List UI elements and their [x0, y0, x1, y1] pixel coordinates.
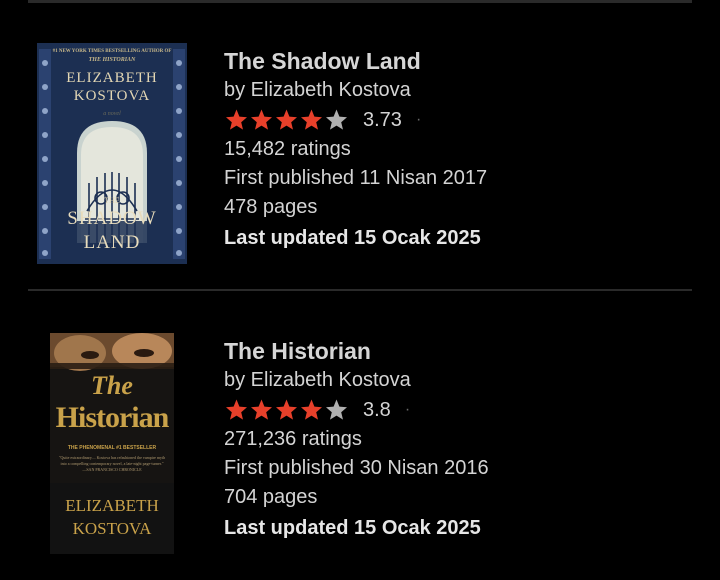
ratings-count: 271,236 ratings [224, 428, 362, 450]
cover-title-historian: Historian [55, 401, 170, 434]
star-filled-icon [276, 109, 297, 130]
star-filled-icon [276, 399, 297, 420]
cover-title-the: THE [104, 196, 120, 205]
last-updated: Last updated 15 Ocak 2025 [224, 517, 481, 539]
cover-title-the: The [91, 371, 133, 400]
star-filled-icon [251, 399, 272, 420]
first-published: First published 30 Nisan 2016 [224, 457, 489, 479]
book-cover[interactable]: The Historian THE PHENOMENAL #1 BESTSELL… [50, 333, 174, 554]
star-filled-icon [251, 109, 272, 130]
star-filled-icon [301, 109, 322, 130]
page-count: 478 pages [224, 196, 318, 218]
cover-tagline-2: THE HISTORIAN [88, 57, 136, 63]
rating-row: 3.73 · [224, 105, 487, 135]
last-updated: Last updated 15 Ocak 2025 [224, 227, 481, 249]
book-cover[interactable]: #1 NEW YORK TIMES BESTSELLING AUTHOR OF … [37, 43, 187, 264]
star-rating [224, 398, 349, 422]
page-count: 704 pages [224, 486, 318, 508]
cover-author-first: ELIZABETH [65, 496, 159, 515]
cover-author-first: ELIZABETH [66, 70, 158, 86]
rating-value: 3.73 [363, 108, 402, 131]
book-item-shadow-land[interactable]: #1 NEW YORK TIMES BESTSELLING AUTHOR OF … [0, 0, 720, 290]
cover-tagline: #1 NEW YORK TIMES BESTSELLING AUTHOR OF [52, 49, 172, 54]
star-filled-icon [226, 109, 247, 130]
book-title[interactable]: The Shadow Land [224, 46, 487, 76]
separator-dot: · [415, 111, 422, 128]
book-item-historian[interactable]: The Historian THE PHENOMENAL #1 BESTSELL… [0, 291, 720, 580]
ratings-count: 15,482 ratings [224, 138, 351, 160]
first-published: First published 11 Nisan 2017 [224, 167, 488, 189]
book-info: The Shadow Land by Elizabeth Kostova 3.7… [224, 46, 487, 253]
cover-title-shadow: SHADOW [67, 208, 157, 229]
rating-row: 3.8 · [224, 395, 489, 425]
cover-author-last: KOSTOVA [73, 88, 151, 104]
star-filled-icon [301, 399, 322, 420]
rating-value: 3.8 [363, 398, 391, 421]
cover-author-last: KOSTOVA [72, 519, 152, 538]
book-title[interactable]: The Historian [224, 336, 489, 366]
cover-tagline: THE PHENOMENAL #1 BESTSELLER [67, 445, 157, 451]
star-filled-icon [226, 399, 247, 420]
cover-quote: "Quite extraordinary.... Kostova has ref… [58, 455, 166, 472]
separator-dot: · [404, 401, 411, 418]
star-rating [224, 108, 349, 132]
book-info: The Historian by Elizabeth Kostova 3.8 ·… [224, 336, 489, 543]
book-author[interactable]: by Elizabeth Kostova [224, 76, 487, 105]
cover-title-land: LAND [83, 232, 141, 253]
cover-novel-label: a novel [103, 111, 121, 117]
book-author[interactable]: by Elizabeth Kostova [224, 366, 489, 395]
star-empty-icon [326, 109, 347, 130]
star-empty-icon [326, 399, 347, 420]
